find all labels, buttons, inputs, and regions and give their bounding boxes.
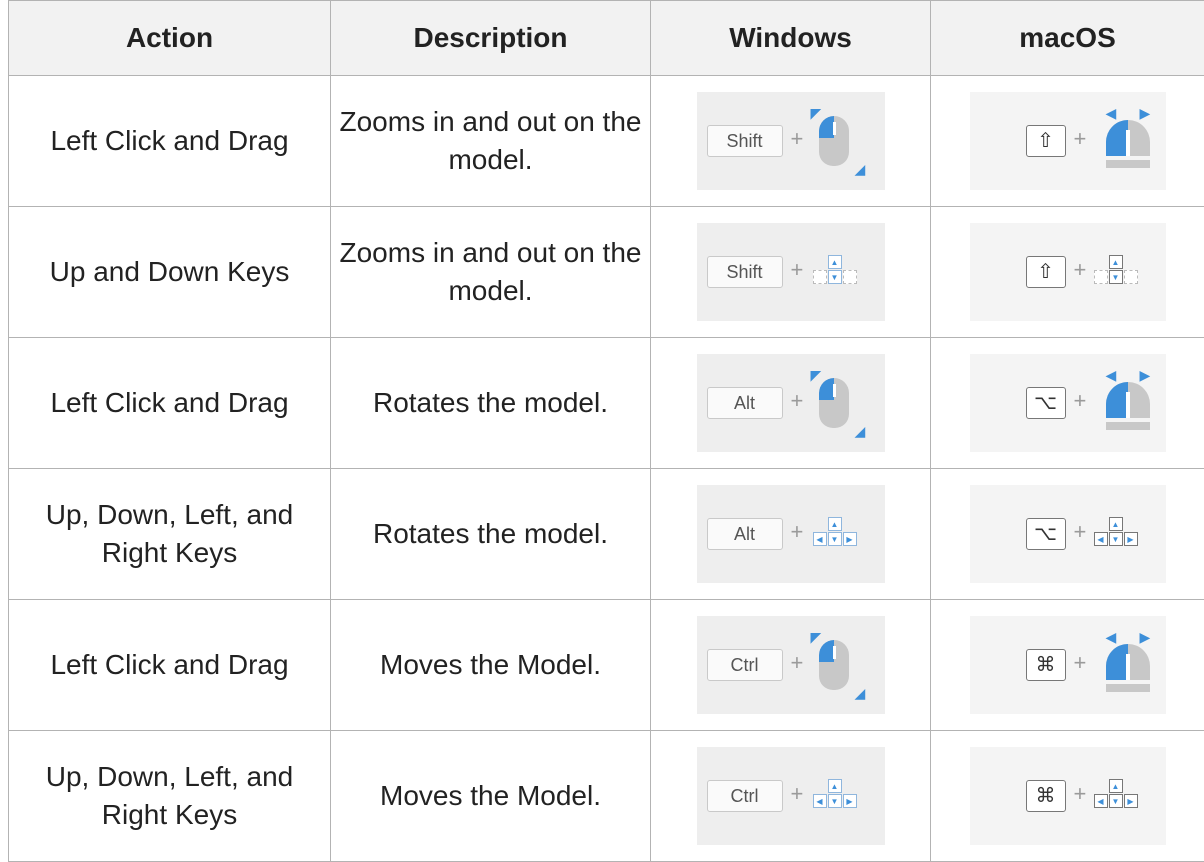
plus-sign: + [791,648,804,678]
modifier-key: Alt [707,518,783,550]
macos-shortcut-graphic: ⌘ + ◀ ▶ [970,616,1166,714]
action-cell: Left Click and Drag [9,338,331,469]
description-cell: Zooms in and out on the model. [331,76,651,207]
macos-shortcut-graphic: ⌥ +▲◀▼▶ [970,485,1166,583]
plus-sign: + [1074,255,1087,285]
drag-arrow-nw-icon: ◤ [811,106,822,120]
windows-shortcut-cell: Ctrl + ◤ ◢ [651,600,931,731]
windows-shortcut-cell: Ctrl + ▲◀▼▶ [651,731,931,862]
plus-sign: + [791,124,804,154]
description-cell: Moves the Model. [331,731,651,862]
table-row: Up, Down, Left, and Right KeysMoves the … [9,731,1204,862]
description-cell: Zooms in and out on the model. [331,207,651,338]
plus-sign: + [1074,779,1087,809]
description-cell: Rotates the model. [331,469,651,600]
plus-sign: + [1074,124,1087,154]
macos-shortcut-graphic: ⇧ +▲.▼. [970,223,1166,321]
header-row: Action Description Windows macOS [9,1,1204,76]
action-cell: Up and Down Keys [9,207,331,338]
drag-arrow-se-icon: ◢ [855,162,866,176]
arrow-right-icon: ▶ [1140,630,1151,644]
drag-arrow-nw-icon: ◤ [811,630,822,644]
arrow-keys-icon: ▲◀▼▶ [1094,517,1139,547]
windows-shortcut-graphic: Shift + ◤ ◢ [697,92,885,190]
modifier-key: Shift [707,125,783,157]
modifier-key: Ctrl [707,780,783,812]
drag-arrow-nw-icon: ◤ [811,368,822,382]
mouse-left-click-icon [819,116,849,166]
header-description: Description [331,1,651,76]
arrow-left-icon: ◀ [1106,106,1117,120]
mouse-base [1106,684,1150,692]
windows-shortcut-cell: Shift + ▲.▼. [651,207,931,338]
windows-shortcut-cell: Shift + ◤ ◢ [651,76,931,207]
table-row: Left Click and DragZooms in and out on t… [9,76,1204,207]
windows-shortcut-graphic: Ctrl + ◤ ◢ [697,616,885,714]
mac-modifier-key: ⇧ [1026,125,1066,157]
mouse-left-click-icon [819,640,849,690]
windows-shortcut-graphic: Alt + ◤ ◢ [697,354,885,452]
plus-sign: + [1074,648,1087,678]
windows-shortcut-cell: Alt + ◤ ◢ [651,338,931,469]
mac-modifier-key: ⇧ [1026,256,1066,288]
macos-shortcut-graphic: ⌥ + ◀ ▶ [970,354,1166,452]
table-row: Left Click and DragMoves the Model. Ctrl +… [9,600,1204,731]
plus-sign: + [791,779,804,809]
arrow-keys-icon: ▲◀▼▶ [813,517,858,547]
action-cell: Up, Down, Left, and Right Keys [9,469,331,600]
mouse-base [1106,422,1150,430]
windows-shortcut-graphic: Alt + ▲◀▼▶ [697,485,885,583]
windows-shortcut-cell: Alt + ▲◀▼▶ [651,469,931,600]
arrow-keys-icon: ▲◀▼▶ [1094,779,1139,809]
mouse-left-click-icon [1106,644,1150,680]
mac-modifier-key: ⌥ [1026,518,1066,550]
modifier-key: Ctrl [707,649,783,681]
plus-sign: + [791,386,804,416]
action-cell: Left Click and Drag [9,76,331,207]
drag-arrow-se-icon: ◢ [855,686,866,700]
modifier-key: Shift [707,256,783,288]
arrow-left-icon: ◀ [1106,368,1117,382]
plus-sign: + [1074,517,1087,547]
header-action: Action [9,1,331,76]
table-row: Up and Down KeysZooms in and out on the … [9,207,1204,338]
macos-shortcut-cell: ⇧ + ◀ ▶ [931,76,1204,207]
arrow-left-icon: ◀ [1106,630,1117,644]
mouse-base [1106,160,1150,168]
description-cell: Rotates the model. [331,338,651,469]
macos-shortcut-cell: ⇧ +▲.▼. [931,207,1204,338]
mac-modifier-key: ⌥ [1026,387,1066,419]
arrow-right-icon: ▶ [1140,368,1151,382]
plus-sign: + [791,255,804,285]
mouse-left-click-icon [1106,382,1150,418]
shortcuts-table: Action Description Windows macOS Left Cl… [8,0,1204,862]
arrow-keys-icon: ▲.▼. [813,255,858,285]
action-cell: Up, Down, Left, and Right Keys [9,731,331,862]
header-windows: Windows [651,1,931,76]
table-row: Up, Down, Left, and Right KeysRotates th… [9,469,1204,600]
plus-sign: + [1074,386,1087,416]
table-row: Left Click and DragRotates the model. Alt… [9,338,1204,469]
mac-modifier-key: ⌘ [1026,780,1066,812]
macos-shortcut-cell: ⌥ +▲◀▼▶ [931,469,1204,600]
macos-shortcut-cell: ⌘ + ◀ ▶ [931,600,1204,731]
macos-shortcut-cell: ⌥ + ◀ ▶ [931,338,1204,469]
arrow-keys-icon: ▲◀▼▶ [813,779,858,809]
mouse-left-click-icon [819,378,849,428]
arrow-keys-icon: ▲.▼. [1094,255,1139,285]
windows-shortcut-graphic: Shift + ▲.▼. [697,223,885,321]
header-macos: macOS [931,1,1204,76]
modifier-key: Alt [707,387,783,419]
macos-shortcut-graphic: ⇧ + ◀ ▶ [970,92,1166,190]
windows-shortcut-graphic: Ctrl + ▲◀▼▶ [697,747,885,845]
macos-shortcut-graphic: ⌘ +▲◀▼▶ [970,747,1166,845]
macos-shortcut-cell: ⌘ +▲◀▼▶ [931,731,1204,862]
drag-arrow-se-icon: ◢ [855,424,866,438]
action-cell: Left Click and Drag [9,600,331,731]
description-cell: Moves the Model. [331,600,651,731]
plus-sign: + [791,517,804,547]
mac-modifier-key: ⌘ [1026,649,1066,681]
arrow-right-icon: ▶ [1140,106,1151,120]
mouse-left-click-icon [1106,120,1150,156]
